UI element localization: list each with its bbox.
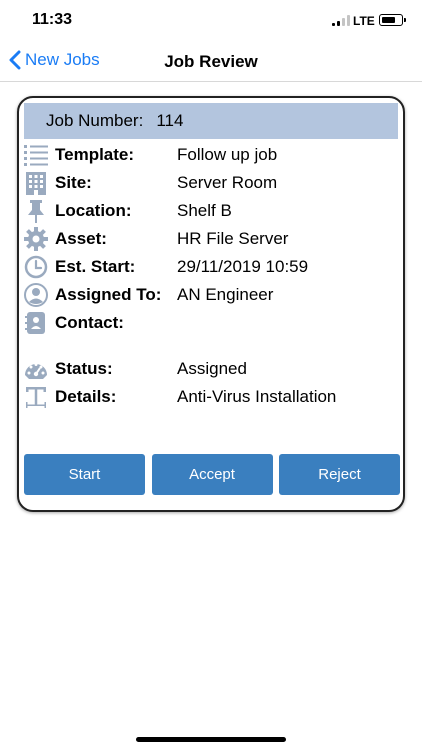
asset-label: Asset: xyxy=(55,229,107,248)
battery-icon xyxy=(379,14,406,26)
site-label: Site: xyxy=(55,173,92,192)
field-row-asset: Asset: HR File Server xyxy=(23,226,401,252)
clock-icon xyxy=(23,254,49,280)
template-label: Template: xyxy=(55,145,135,164)
assigned-to-label: Assigned To: xyxy=(55,285,162,304)
navigation-bar: New Jobs Job Review xyxy=(0,40,422,82)
page-title: Job Review xyxy=(164,52,258,71)
user-icon xyxy=(23,282,49,308)
gauge-icon xyxy=(23,356,49,382)
network-type: LTE xyxy=(353,14,375,28)
signal-strength-icon xyxy=(332,15,350,26)
field-row-assigned-to: Assigned To: AN Engineer xyxy=(23,282,401,308)
field-row-est-start: Est. Start: 29/11/2019 10:59 xyxy=(23,254,401,280)
site-value: Server Room xyxy=(177,173,278,192)
field-row-status: Status: Assigned xyxy=(23,356,401,382)
field-row-location: Location: Shelf B xyxy=(23,198,401,224)
job-number-header: Job Number: 114 xyxy=(24,103,398,139)
status-value: Assigned xyxy=(177,359,247,378)
pin-icon xyxy=(23,198,49,224)
reject-button[interactable]: Reject xyxy=(279,454,400,495)
start-button[interactable]: Start xyxy=(24,454,145,495)
location-value: Shelf B xyxy=(177,201,232,220)
action-buttons: Start Accept Reject xyxy=(24,454,400,495)
building-icon xyxy=(23,170,49,196)
list-icon xyxy=(23,142,49,168)
job-number-label: Job Number: xyxy=(46,111,144,130)
template-value: Follow up job xyxy=(177,145,278,164)
field-row-template: Template: Follow up job xyxy=(23,142,401,168)
home-indicator[interactable] xyxy=(136,737,286,742)
field-row-site: Site: Server Room xyxy=(23,170,401,196)
asset-value: HR File Server xyxy=(177,229,289,248)
job-number-value: 114 xyxy=(156,111,184,130)
est-start-value: 29/11/2019 10:59 xyxy=(177,257,309,276)
details-value: Anti-Virus Installation xyxy=(177,387,337,406)
field-row-details: Details: Anti-Virus Installation xyxy=(23,384,401,410)
text-icon xyxy=(23,384,49,410)
gear-icon xyxy=(23,226,49,252)
accept-button[interactable]: Accept xyxy=(151,454,273,495)
est-start-label: Est. Start: xyxy=(55,257,136,276)
details-label: Details: xyxy=(55,387,117,406)
job-card: Job Number: 114 Template: Follow up job xyxy=(17,96,405,512)
field-row-contact: Contact: xyxy=(23,310,401,336)
location-label: Location: xyxy=(55,201,132,220)
status-time: 11:33 xyxy=(32,11,73,28)
status-label: Status: xyxy=(55,359,113,378)
status-bar: 11:33 LTE xyxy=(0,0,422,40)
contact-book-icon xyxy=(23,310,49,336)
assigned-to-value: AN Engineer xyxy=(177,285,274,304)
contact-label: Contact: xyxy=(55,313,124,332)
